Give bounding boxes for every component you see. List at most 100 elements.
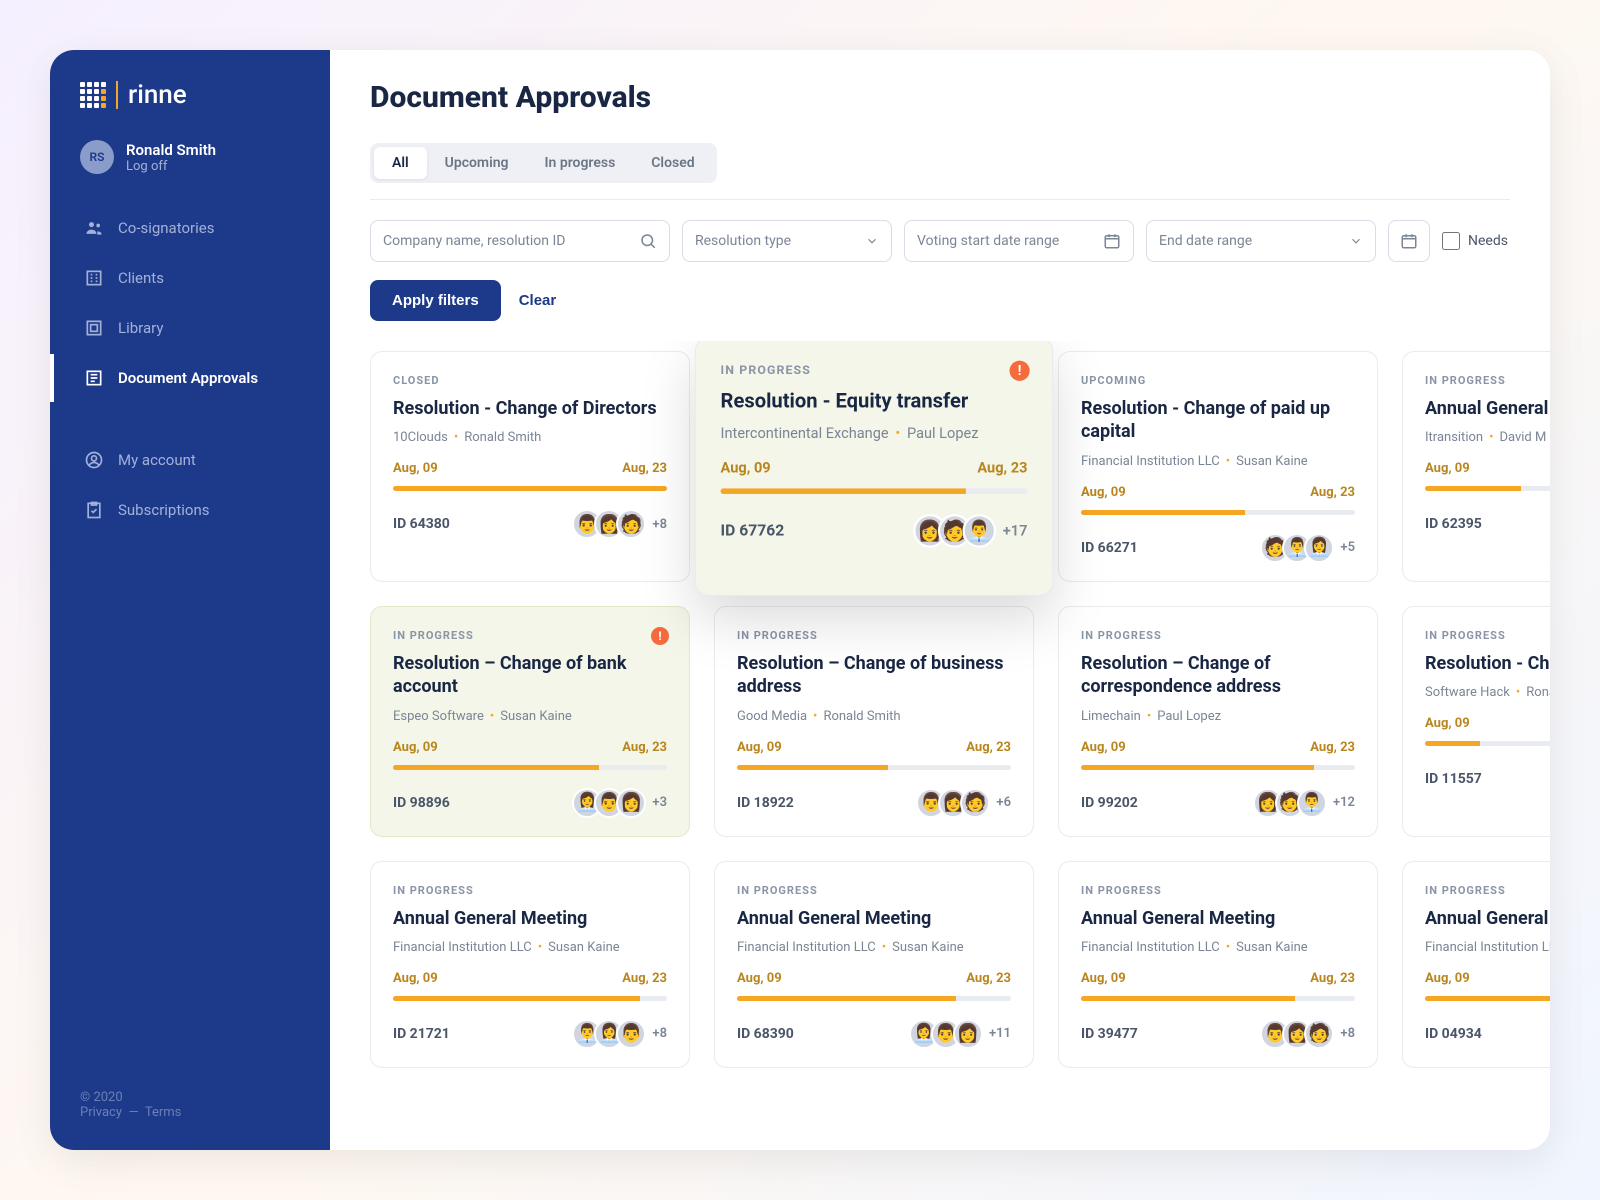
logoff-link[interactable]: Log off: [126, 159, 216, 174]
progress-bar: [393, 996, 667, 1001]
card-meta: Espeo Software•Susan Kaine: [393, 709, 667, 724]
progress-bar: [393, 486, 667, 491]
progress-bar: [1425, 486, 1550, 491]
logo-icon: [80, 82, 106, 108]
resolution-type-dropdown[interactable]: Resolution type: [682, 220, 892, 262]
avatar: 👨: [616, 1019, 646, 1049]
more-count: +12: [1333, 795, 1355, 810]
status-label: IN PROGRESS: [393, 629, 667, 642]
approval-card[interactable]: UPCOMING Resolution - Change of paid up …: [1058, 351, 1378, 582]
more-count: +17: [1003, 523, 1028, 540]
terms-link[interactable]: Terms: [145, 1105, 182, 1120]
more-count: +8: [652, 517, 667, 532]
sidebar-item-cosignatories[interactable]: Co-signatories: [50, 204, 330, 252]
approval-card[interactable]: ! IN PROGRESS Resolution - Equity transf…: [695, 341, 1053, 596]
approval-card[interactable]: IN PROGRESS Annual General Meeting Finan…: [1058, 861, 1378, 1068]
sidebar: rinne RS Ronald Smith Log off Co-signato…: [50, 50, 330, 1150]
status-label: IN PROGRESS: [393, 884, 667, 897]
clipboard-check-icon: [84, 500, 104, 520]
nav-label: Co-signatories: [118, 219, 214, 237]
user-block: RS Ronald Smith Log off: [50, 140, 330, 204]
card-meta: Financial Institution LLC•Susan Kaine: [737, 940, 1011, 955]
card-meta: 10Clouds•Ronald Smith: [393, 430, 667, 445]
sidebar-footer: © 2020 Privacy — Terms: [50, 1090, 330, 1120]
card-meta: Financial Institution LLC•Susan Kaine: [1081, 940, 1355, 955]
status-label: IN PROGRESS: [1081, 629, 1355, 642]
brand-name: rinne: [128, 80, 187, 110]
filter-actions: Apply filters Clear: [330, 272, 1550, 341]
apply-filters-button[interactable]: Apply filters: [370, 280, 501, 321]
people-avatars: 👩🧑👨‍💼 +17: [913, 515, 1027, 549]
tab-closed[interactable]: Closed: [633, 147, 712, 179]
approval-card[interactable]: IN PROGRESS Annual General Meeting Finan…: [370, 861, 690, 1068]
nav-label: Subscriptions: [118, 501, 209, 519]
avatar: 👩‍💼: [1304, 533, 1334, 563]
approval-card[interactable]: IN PROGRESS Resolution - Change of Direc…: [1402, 606, 1550, 837]
tab-in-progress[interactable]: In progress: [527, 147, 634, 179]
sidebar-item-library[interactable]: Library: [50, 304, 330, 352]
more-count: +11: [989, 1026, 1011, 1041]
nav: Co-signatories Clients Library Document …: [50, 204, 330, 534]
card-id: ID 39477: [1081, 1026, 1138, 1042]
date-range: Aug, 09Aug, 23: [393, 971, 667, 986]
avatar: 🧑: [960, 788, 990, 818]
date-range: Aug, 09Aug, 23: [721, 461, 1028, 478]
start-date-input[interactable]: Voting start date range: [904, 220, 1134, 262]
sidebar-item-subscriptions[interactable]: Subscriptions: [50, 486, 330, 534]
copyright: © 2020: [80, 1090, 300, 1105]
main: Document Approvals All Upcoming In progr…: [330, 50, 1550, 1150]
sidebar-item-clients[interactable]: Clients: [50, 254, 330, 302]
card-meta: Limechain•Paul Lopez: [1081, 709, 1355, 724]
privacy-link[interactable]: Privacy: [80, 1105, 122, 1120]
card-title: Resolution - Change of Directors: [393, 397, 667, 420]
status-label: IN PROGRESS: [737, 629, 1011, 642]
tab-all[interactable]: All: [374, 147, 427, 179]
approval-card[interactable]: IN PROGRESS Resolution – Change of corre…: [1058, 606, 1378, 837]
card-id: ID 18922: [737, 795, 794, 811]
progress-bar: [1081, 996, 1355, 1001]
calendar-button[interactable]: [1388, 220, 1430, 262]
nav-label: Document Approvals: [118, 369, 258, 387]
approval-card[interactable]: IN PROGRESS Resolution – Change of busin…: [714, 606, 1034, 837]
people-avatars: 👩‍💼👨👩 +11: [909, 1019, 1011, 1049]
avatar: 🧑: [616, 509, 646, 539]
approval-card[interactable]: IN PROGRESS Annual General Meeting Finan…: [1402, 861, 1550, 1068]
status-label: IN PROGRESS: [1081, 884, 1355, 897]
card-meta: Financial Institution LLC•Susan Kaine: [393, 940, 667, 955]
clear-filters-button[interactable]: Clear: [519, 280, 557, 321]
people-avatars: 👨‍💼👩‍💼👨 +8: [572, 1019, 667, 1049]
card-meta: Financial Institution LLC•Susan Kaine: [1425, 940, 1550, 955]
approval-card[interactable]: IN PROGRESS Annual General Meeting Finan…: [714, 861, 1034, 1068]
people-avatars: 👨👩🧑 +6: [916, 788, 1011, 818]
card-id: ID 98896: [393, 795, 450, 811]
more-count: +8: [1340, 1026, 1355, 1041]
needs-checkbox-input[interactable]: [1442, 232, 1460, 250]
card-id: ID 04934: [1425, 1026, 1482, 1042]
progress-bar: [737, 996, 1011, 1001]
date-range: Aug, 09Aug, 23: [737, 971, 1011, 986]
card-title: Resolution – Change of correspondence ad…: [1081, 652, 1355, 699]
end-date-input[interactable]: End date range: [1146, 220, 1376, 262]
sidebar-item-document-approvals[interactable]: Document Approvals: [50, 354, 330, 402]
card-id: ID 68390: [737, 1026, 794, 1042]
date-range: Aug, 09Aug, 23: [1081, 740, 1355, 755]
tab-upcoming[interactable]: Upcoming: [427, 147, 527, 179]
card-title: Annual General Meeting: [1081, 907, 1355, 930]
approval-card[interactable]: CLOSED Resolution - Change of Directors …: [370, 351, 690, 582]
nav-label: My account: [118, 451, 196, 469]
approval-card[interactable]: IN PROGRESS Annual General Meeting Itran…: [1402, 351, 1550, 582]
progress-bar: [1081, 510, 1355, 515]
approval-card[interactable]: ! IN PROGRESS Resolution – Change of ban…: [370, 606, 690, 837]
status-label: IN PROGRESS: [1425, 629, 1550, 642]
search-input[interactable]: Company name, resolution ID: [370, 220, 670, 262]
date-range: Aug, 09Aug, 23: [1081, 485, 1355, 500]
date-range: Aug, 09Aug, 23: [393, 461, 667, 476]
more-count: +8: [652, 1026, 667, 1041]
filters-row: Company name, resolution ID Resolution t…: [330, 200, 1550, 272]
sidebar-item-my-account[interactable]: My account: [50, 436, 330, 484]
card-title: Annual General Meeting: [1425, 397, 1550, 420]
needs-checkbox[interactable]: Needs: [1442, 220, 1508, 262]
people-avatars: 👩‍💼👨👩 +3: [572, 788, 667, 818]
progress-bar: [393, 765, 667, 770]
search-icon: [639, 232, 657, 250]
